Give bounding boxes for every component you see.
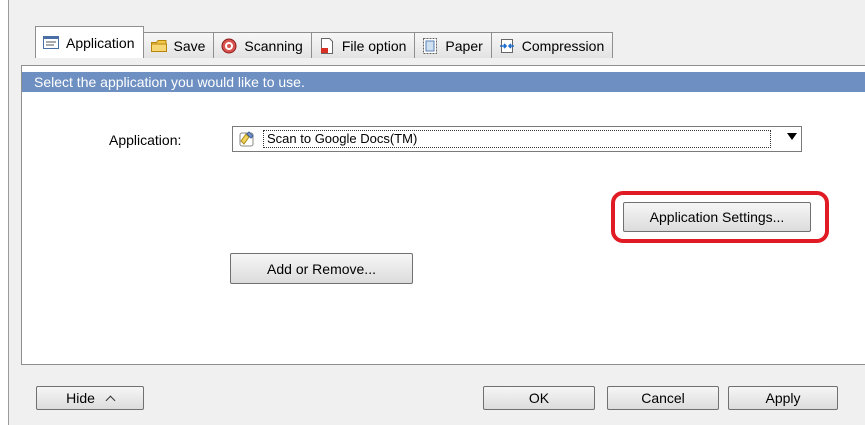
tab-save[interactable]: Save xyxy=(142,32,215,58)
chevron-up-icon xyxy=(105,395,116,405)
tab-label: Paper xyxy=(445,37,483,54)
hide-button[interactable]: Hide xyxy=(36,386,144,410)
add-or-remove-button[interactable]: Add or Remove... xyxy=(230,253,413,284)
tab-label: Save xyxy=(173,37,206,54)
highlight-annotation xyxy=(611,191,829,243)
application-label: Application: xyxy=(109,132,182,148)
tab-compression[interactable]: Compression xyxy=(490,32,614,58)
scan-to-google-docs-icon xyxy=(237,129,257,149)
paper-icon xyxy=(421,37,439,55)
application-icon xyxy=(42,34,60,52)
tab-paper[interactable]: Paper xyxy=(414,32,492,58)
application-dropdown[interactable]: Scan to Google Docs(TM) xyxy=(232,126,802,152)
compression-icon xyxy=(498,37,516,55)
ok-button[interactable]: OK xyxy=(483,386,595,410)
scan-settings-window: Application Save Scanning File option Pa… xyxy=(8,0,865,425)
tab-label: File option xyxy=(341,37,407,54)
apply-button[interactable]: Apply xyxy=(728,386,838,410)
tab-application[interactable]: Application xyxy=(35,26,144,58)
scanning-icon xyxy=(220,37,238,55)
application-tab-panel: Select the application you would like to… xyxy=(21,65,865,365)
hide-button-label: Hide xyxy=(66,390,95,406)
folder-icon xyxy=(150,37,168,55)
tab-strip: Application Save Scanning File option Pa… xyxy=(35,26,614,58)
tab-label: Scanning xyxy=(244,37,303,54)
tab-label: Application xyxy=(66,34,135,51)
file-option-icon xyxy=(318,37,336,55)
tab-file-option[interactable]: File option xyxy=(310,32,416,58)
tab-scanning[interactable]: Scanning xyxy=(213,32,312,58)
cancel-button[interactable]: Cancel xyxy=(607,386,719,410)
instruction-banner: Select the application you would like to… xyxy=(22,72,865,92)
chevron-down-icon[interactable] xyxy=(787,133,797,140)
application-selected-value: Scan to Google Docs(TM) xyxy=(263,130,771,148)
tab-label: Compression xyxy=(521,37,605,54)
